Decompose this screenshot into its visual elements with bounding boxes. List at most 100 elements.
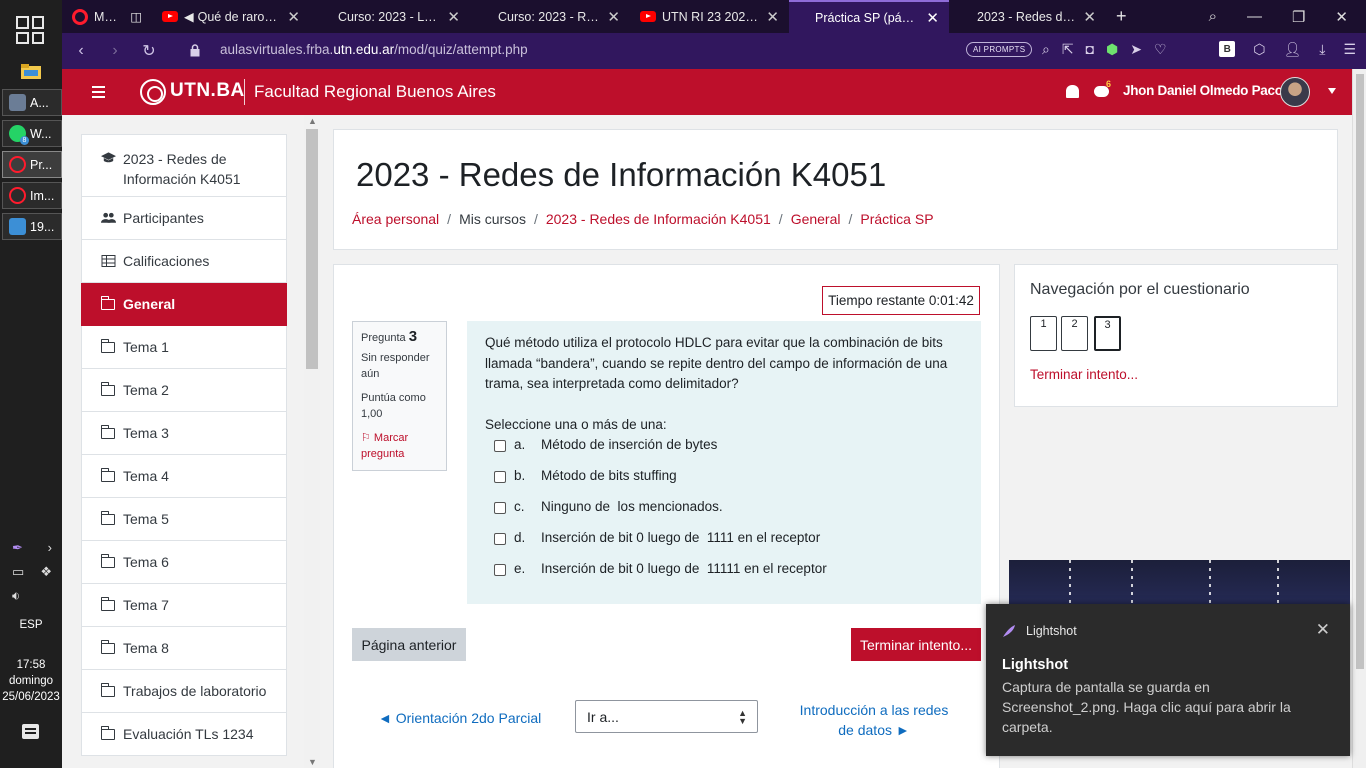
- taskbar-app-remote[interactable]: 19...: [2, 213, 62, 240]
- sidebar-item-tema-1[interactable]: Tema 1: [81, 326, 287, 369]
- lock-icon[interactable]: [190, 44, 200, 57]
- previous-page-button[interactable]: Página anterior: [352, 628, 466, 661]
- quiz-nav-question-2[interactable]: 2: [1061, 316, 1088, 351]
- sidebar-scrollbar[interactable]: ▲ ▼: [304, 115, 320, 768]
- sidebar-item-tema-3[interactable]: Tema 3: [81, 412, 287, 455]
- jump-to-select[interactable]: Ir a... ▲ ▼: [575, 700, 758, 733]
- tab-curso-redes[interactable]: Curso: 2023 - Redes ✕: [470, 0, 630, 33]
- quiz-nav-finish-link[interactable]: Terminar intento...: [1030, 367, 1138, 382]
- avatar[interactable]: [1280, 77, 1310, 107]
- lightshot-notification[interactable]: Lightshot ✕ Lightshot Captura de pantall…: [986, 604, 1350, 756]
- start-grid-icon[interactable]: [16, 16, 44, 44]
- tab-close-icon[interactable]: ✕: [1083, 8, 1096, 26]
- answer-checkbox[interactable]: [494, 439, 506, 452]
- quiz-nav-question-1[interactable]: 1: [1030, 316, 1057, 351]
- shield-icon[interactable]: ⬢: [1106, 41, 1118, 58]
- answer-option-d[interactable]: d. Inserción de bit 0 luego de 1111 en el…: [485, 523, 963, 554]
- sidebar-item-tema-4[interactable]: Tema 4: [81, 455, 287, 498]
- tab-close-icon[interactable]: ✕: [926, 9, 939, 27]
- close-window-icon[interactable]: ✕: [1335, 8, 1348, 26]
- bell-icon[interactable]: [1066, 85, 1079, 98]
- search-page-icon[interactable]: ⌕: [1042, 41, 1050, 58]
- heart-icon[interactable]: ♡: [1154, 41, 1167, 58]
- answer-checkbox[interactable]: [494, 501, 506, 514]
- search-icon[interactable]: ⌕: [1209, 8, 1217, 25]
- dropbox-icon[interactable]: ❖: [40, 564, 52, 580]
- minimize-icon[interactable]: —: [1247, 8, 1262, 25]
- finish-attempt-button[interactable]: Terminar intento...: [851, 628, 981, 661]
- sidebar-item-evaluacion-tls[interactable]: Evaluación TLs 1234: [81, 713, 287, 756]
- answer-option-a[interactable]: a. Método de inserción de bytes: [485, 430, 963, 461]
- tray-chevron-icon[interactable]: ›: [48, 540, 52, 556]
- clock[interactable]: 17:58 domingo 25/06/2023: [0, 657, 62, 705]
- sidebar-item-tema-2[interactable]: Tema 2: [81, 369, 287, 412]
- gamepad-icon[interactable]: ◫: [130, 9, 142, 24]
- restore-icon[interactable]: ❐: [1292, 8, 1305, 26]
- hamburger-menu-icon[interactable]: [92, 86, 105, 88]
- option-text[interactable]: Método de bits stuffing: [541, 466, 677, 487]
- tab-curso-labor[interactable]: Curso: 2023 - Labor ✕: [310, 0, 470, 33]
- user-menu-chevron-icon[interactable]: [1328, 88, 1336, 94]
- quiz-nav-question-3[interactable]: 3: [1094, 316, 1121, 351]
- sidebar-item-tema-6[interactable]: Tema 6: [81, 541, 287, 584]
- ai-prompts-button[interactable]: AI PROMPTS: [966, 42, 1033, 57]
- answer-option-b[interactable]: b. Método de bits stuffing: [485, 461, 963, 492]
- video-popup-preview[interactable]: [1009, 560, 1350, 605]
- answer-checkbox[interactable]: [494, 532, 506, 545]
- tab-youtube-2[interactable]: UTN RI 23 2021 06 1 ✕: [630, 0, 789, 33]
- sidebar-item-tema-7[interactable]: Tema 7: [81, 584, 287, 627]
- network-icon[interactable]: ▭: [12, 564, 24, 580]
- send-icon[interactable]: ⇱: [1062, 41, 1074, 58]
- answer-checkbox[interactable]: [494, 470, 506, 483]
- tab-youtube-1[interactable]: ◀︎ Qué de raro tien ✕: [152, 0, 310, 33]
- answer-option-c[interactable]: c. Ninguno de los mencionados.: [485, 492, 963, 523]
- page-scrollbar[interactable]: [1352, 69, 1366, 768]
- volume-icon[interactable]: 🔉︎: [12, 588, 20, 604]
- sidebar-item-tema-5[interactable]: Tema 5: [81, 498, 287, 541]
- cube-icon[interactable]: ⬡: [1253, 41, 1265, 58]
- sidebar-item-course[interactable]: 2023 - Redes de Información K4051: [81, 134, 287, 197]
- answer-option-e[interactable]: e. Inserción de bit 0 luego de 11111 en e…: [485, 554, 963, 585]
- flag-question-link[interactable]: ⚐ Marcar pregunta: [361, 430, 438, 462]
- profile-icon[interactable]: 👤︎: [1283, 41, 1301, 58]
- language-indicator[interactable]: ESP: [0, 619, 62, 631]
- taskbar-app-whatsapp[interactable]: 8 W...: [2, 120, 62, 147]
- close-icon[interactable]: ✕: [1316, 620, 1330, 640]
- taskbar-app-opera-2[interactable]: Im...: [2, 182, 62, 209]
- user-name[interactable]: Jhon Daniel Olmedo Paco: [1123, 83, 1283, 98]
- file-explorer-icon[interactable]: [20, 62, 42, 80]
- url-field[interactable]: aulasvirtuales.frba.utn.edu.ar/mod/quiz/…: [220, 42, 528, 57]
- opera-menu[interactable]: Menú ◫: [62, 0, 152, 33]
- scrollbar-thumb[interactable]: [306, 129, 318, 369]
- sidebar-item-general[interactable]: General: [81, 283, 287, 326]
- breadcrumb-course[interactable]: 2023 - Redes de Información K4051: [546, 211, 771, 227]
- previous-activity-link[interactable]: ◄ Orientación 2do Parcial: [378, 710, 541, 726]
- taskbar-app-1[interactable]: A...: [2, 89, 62, 116]
- tab-close-icon[interactable]: ✕: [607, 8, 620, 26]
- notifications-icon[interactable]: [22, 724, 39, 739]
- utn-logo-icon[interactable]: [140, 79, 166, 105]
- tab-practica-sp[interactable]: Práctica SP (página 3 ✕: [789, 0, 949, 33]
- tab-close-icon[interactable]: ✕: [287, 8, 300, 26]
- lightshot-feather-icon[interactable]: ✒: [12, 540, 23, 556]
- scrollbar-thumb[interactable]: [1356, 74, 1364, 669]
- taskbar-app-opera-1[interactable]: Pr...: [2, 151, 62, 178]
- tab-close-icon[interactable]: ✕: [766, 8, 779, 26]
- sidebar-item-participantes[interactable]: Participantes: [81, 197, 287, 240]
- download-icon[interactable]: ⤓: [1319, 41, 1325, 58]
- camera-icon[interactable]: ◘: [1086, 41, 1094, 58]
- breadcrumb-general[interactable]: General: [791, 211, 841, 227]
- forward-icon[interactable]: ›: [98, 42, 132, 60]
- sidebar-item-tema-8[interactable]: Tema 8: [81, 627, 287, 670]
- option-text[interactable]: Inserción de bit 0 luego de 11111 en el …: [541, 559, 827, 580]
- option-text[interactable]: Inserción de bit 0 luego de 1111 en el r…: [541, 528, 820, 549]
- back-icon[interactable]: ‹: [64, 42, 98, 60]
- easy-setup-icon[interactable]: ☰: [1343, 41, 1356, 58]
- option-text[interactable]: Ninguno de los mencionados.: [541, 497, 723, 518]
- brand-name[interactable]: UTN.BA: [170, 80, 245, 102]
- breadcrumb-practica-sp[interactable]: Práctica SP: [860, 211, 933, 227]
- share-icon[interactable]: ➤: [1130, 41, 1142, 58]
- sidebar-item-calificaciones[interactable]: Calificaciones: [81, 240, 287, 283]
- breadcrumb-area-personal[interactable]: Área personal: [352, 211, 439, 227]
- tab-redes-info[interactable]: 2023 - Redes de Info ✕: [949, 0, 1106, 33]
